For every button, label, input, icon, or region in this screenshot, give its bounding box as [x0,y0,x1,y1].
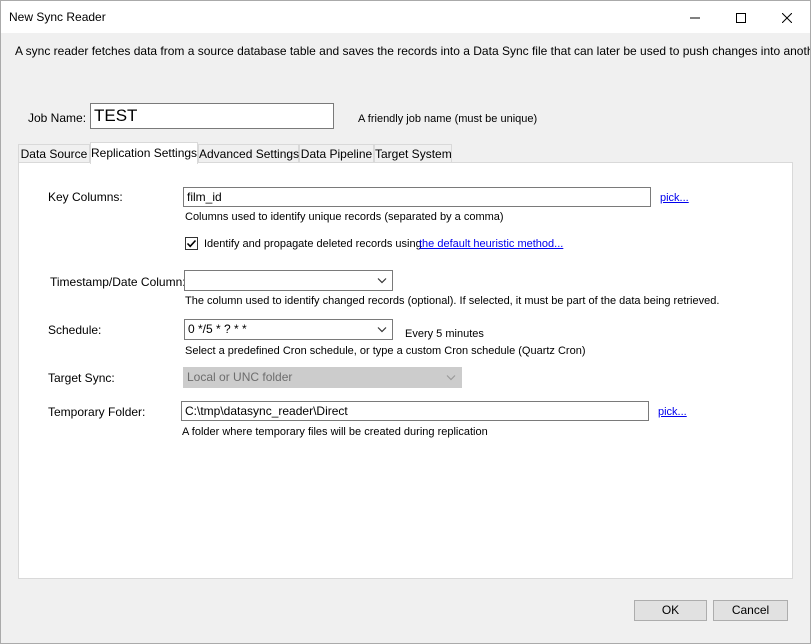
key-columns-hint: Columns used to identify unique records … [185,211,504,223]
job-name-input[interactable]: TEST [90,103,334,129]
minimize-icon [690,17,700,19]
tab-data-source[interactable]: Data Source [18,144,90,162]
target-sync-label: Target Sync: [48,371,115,385]
chevron-down-icon [446,375,456,381]
target-sync-value: Local or UNC folder [187,370,293,384]
tab-replication-settings[interactable]: Replication Settings [90,142,198,164]
schedule-summary: Every 5 minutes [405,328,484,340]
tab-data-pipeline[interactable]: Data Pipeline [299,144,374,162]
chevron-down-icon [377,278,387,284]
key-columns-pick-link[interactable]: pick... [660,192,689,204]
key-columns-label: Key Columns: [48,190,123,204]
chevron-down-icon [377,327,387,333]
close-button[interactable] [764,1,810,33]
timestamp-column-hint: The column used to identify changed reco… [185,295,720,307]
maximize-button[interactable] [718,1,764,33]
deleted-records-label: Identify and propagate deleted records u… [204,238,422,250]
ok-button[interactable]: OK [634,600,707,621]
window-title: New Sync Reader [9,10,106,24]
close-icon [782,12,792,23]
deleted-records-checkbox[interactable] [185,237,198,250]
temporary-folder-label: Temporary Folder: [48,405,146,419]
heuristic-method-link[interactable]: the default heuristic method... [419,238,563,250]
tab-advanced-settings[interactable]: Advanced Settings [198,144,299,162]
temporary-folder-input[interactable]: C:\tmp\datasync_reader\Direct [181,401,649,421]
target-sync-select[interactable]: Local or UNC folder [183,367,462,388]
temporary-folder-pick-link[interactable]: pick... [658,406,687,418]
schedule-label: Schedule: [48,323,102,337]
minimize-button[interactable] [672,1,718,33]
timestamp-column-label: Timestamp/Date Column: [50,275,186,289]
job-name-hint: A friendly job name (must be unique) [358,113,538,125]
schedule-select[interactable]: 0 */5 * ? * * [184,319,393,340]
schedule-value: 0 */5 * ? * * [188,322,247,336]
key-columns-input[interactable]: film_id [183,187,651,207]
temporary-folder-hint: A folder where temporary files will be c… [182,426,488,438]
tab-target-system[interactable]: Target System [374,144,452,162]
timestamp-column-select[interactable] [184,270,393,291]
maximize-icon [736,12,746,23]
checkmark-icon [186,239,197,248]
title-bar: New Sync Reader [1,1,810,33]
schedule-hint: Select a predefined Cron schedule, or ty… [185,345,586,357]
dialog-description: A sync reader fetches data from a source… [15,44,811,58]
job-name-label: Job Name: [28,111,87,125]
cancel-button[interactable]: Cancel [713,600,788,621]
dialog-window: New Sync Reader A sync reader fetches da… [0,0,811,644]
